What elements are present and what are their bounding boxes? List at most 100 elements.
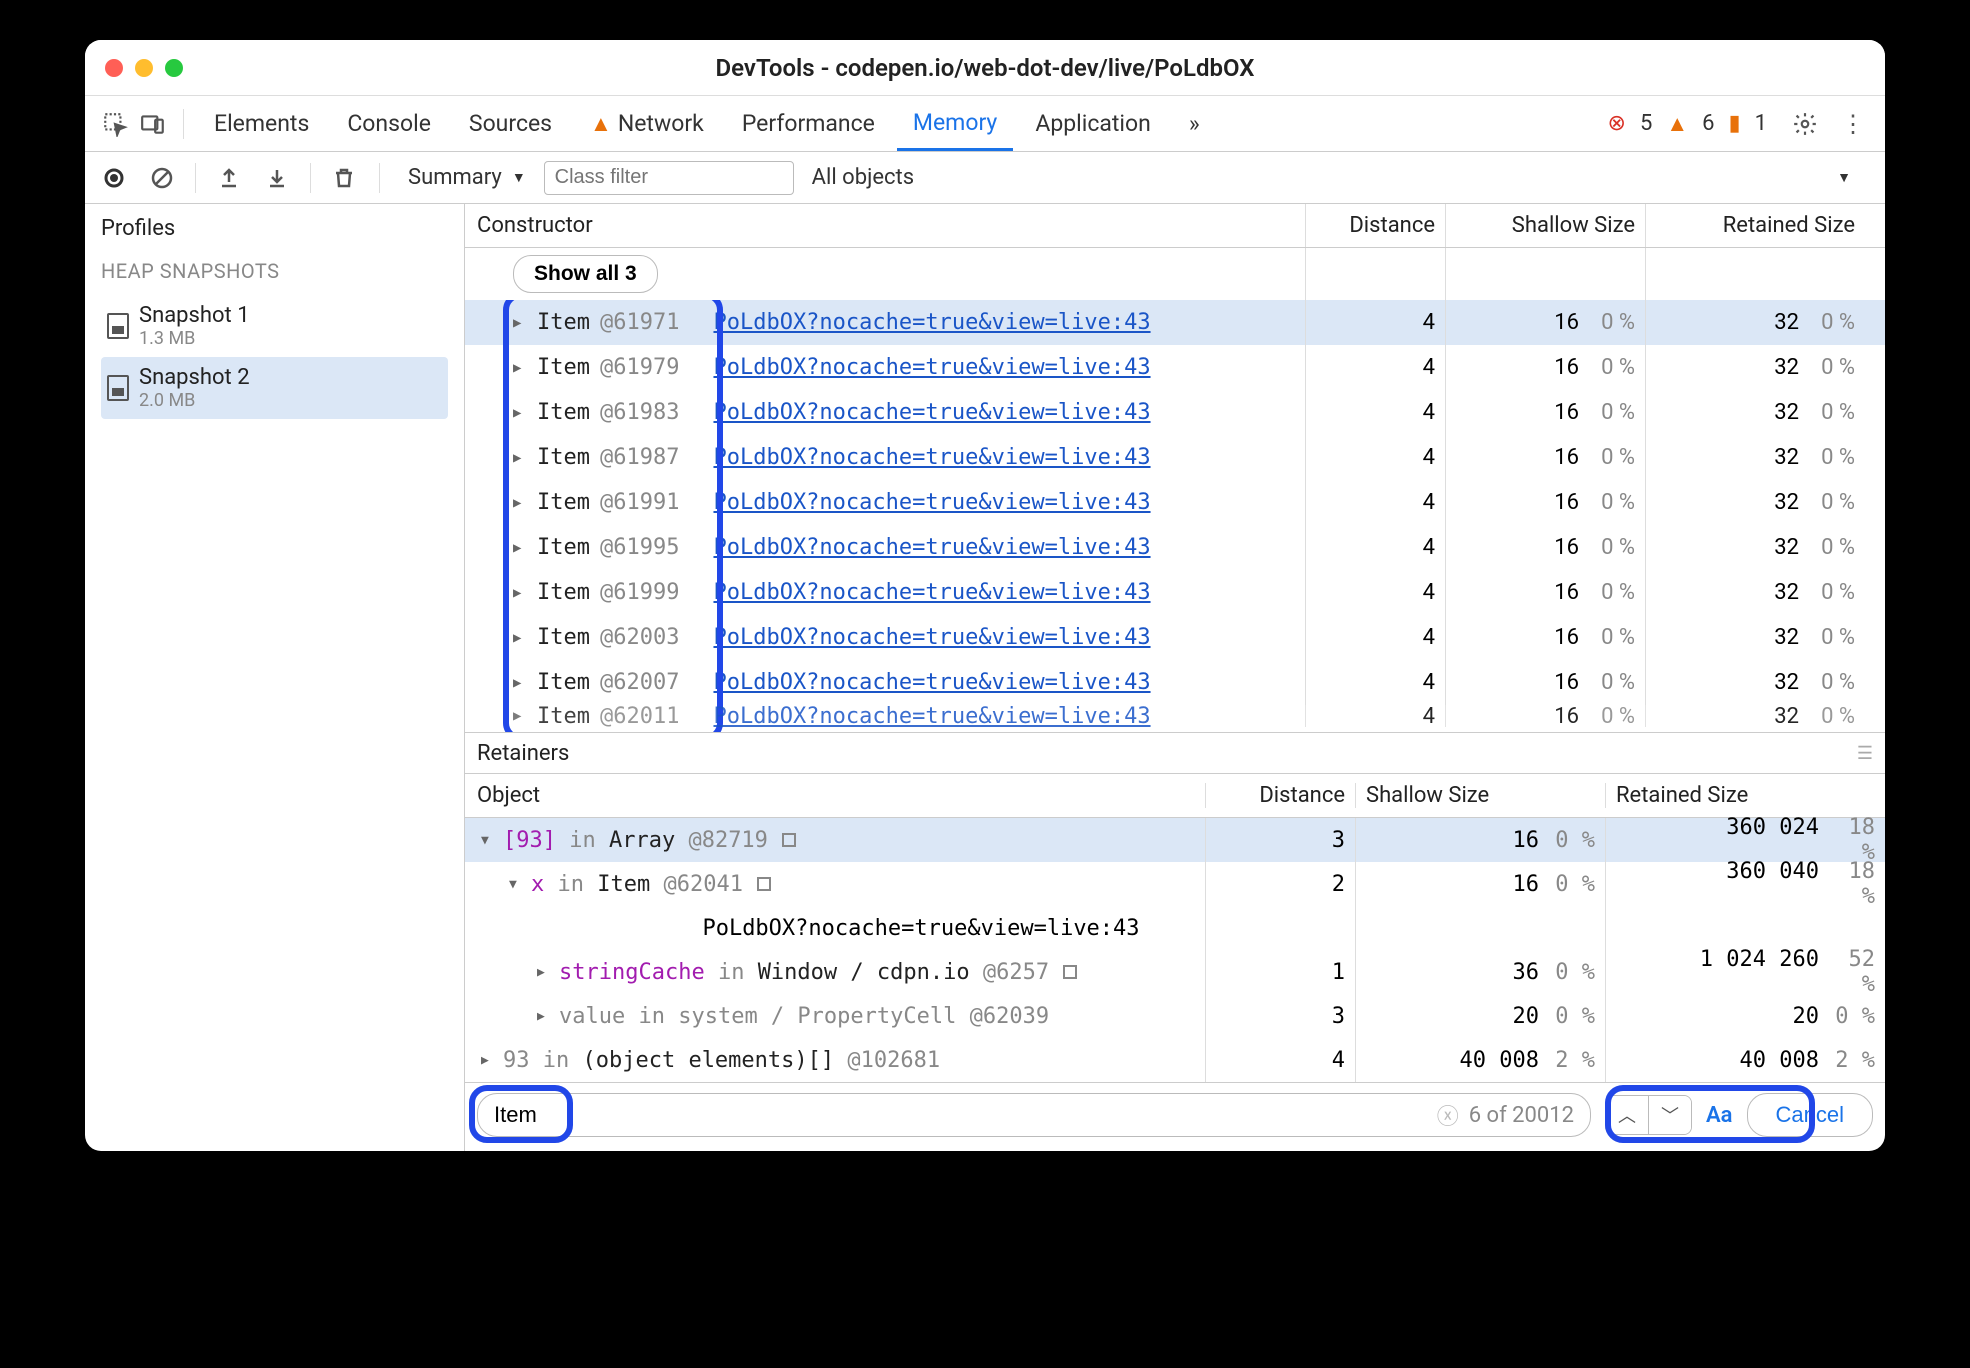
retainer-row[interactable]: PoLdbOX?nocache=true&view=live:43 bbox=[465, 906, 1885, 950]
shallow-pct: 0 % bbox=[1549, 828, 1595, 853]
source-link[interactable]: PoLdbOX?nocache=true&view=live:43 bbox=[713, 490, 1150, 515]
source-link[interactable]: PoLdbOX?nocache=true&view=live:43 bbox=[713, 400, 1150, 425]
all-objects-dropdown[interactable]: All objects bbox=[812, 165, 914, 190]
expand-arrow-icon[interactable]: ▶ bbox=[513, 708, 527, 724]
expand-arrow-icon[interactable]: ▶ bbox=[513, 495, 527, 511]
retainer-row[interactable]: ▶ 93 in (object elements)[] @102681 4 40… bbox=[465, 1038, 1885, 1082]
find-prev-button[interactable]: ︿ bbox=[1606, 1096, 1648, 1134]
maximize-window-button[interactable] bbox=[165, 59, 183, 77]
trash-icon[interactable] bbox=[329, 166, 359, 190]
header-distance[interactable]: Distance bbox=[1205, 783, 1355, 808]
retainer-row[interactable]: ▶ value in system / PropertyCell @62039 … bbox=[465, 994, 1885, 1038]
source-link[interactable]: PoLdbOX?nocache=true&view=live:43 bbox=[713, 445, 1150, 470]
tab-console[interactable]: Console bbox=[331, 96, 447, 151]
clear-icon[interactable] bbox=[147, 166, 177, 190]
constructor-row[interactable]: ▶ Item @62003 PoLdbOX?nocache=true&view=… bbox=[465, 615, 1885, 660]
tab-elements[interactable]: Elements bbox=[198, 96, 325, 151]
constructor-row[interactable]: ▶ Item @61983 PoLdbOX?nocache=true&view=… bbox=[465, 390, 1885, 435]
expand-arrow-icon[interactable]: ▶ bbox=[513, 540, 527, 556]
find-input[interactable] bbox=[494, 1102, 1437, 1128]
tab-application[interactable]: Application bbox=[1019, 96, 1167, 151]
shallow-value: 16 bbox=[1554, 705, 1579, 727]
expand-arrow-icon[interactable]: ▶ bbox=[513, 405, 527, 421]
chevron-down-icon[interactable]: ▼ bbox=[1837, 169, 1851, 186]
header-shallow[interactable]: Shallow Size bbox=[1355, 783, 1605, 808]
device-toggle-icon[interactable] bbox=[137, 111, 169, 137]
constructor-row[interactable]: ▶ Item @61995 PoLdbOX?nocache=true&view=… bbox=[465, 525, 1885, 570]
tab-memory[interactable]: Memory bbox=[897, 96, 1013, 151]
gear-icon[interactable] bbox=[1789, 111, 1821, 137]
view-dropdown[interactable]: Summary ▼ bbox=[408, 165, 526, 190]
source-link[interactable]: PoLdbOX?nocache=true&view=live:43 bbox=[713, 580, 1150, 605]
show-all-button[interactable]: Show all 3 bbox=[513, 255, 658, 293]
constructor-row[interactable]: ▶ Item @61999 PoLdbOX?nocache=true&view=… bbox=[465, 570, 1885, 615]
kebab-menu-icon[interactable]: ⋮ bbox=[1841, 110, 1865, 138]
snapshot-item[interactable]: Snapshot 2 2.0 MB bbox=[101, 357, 448, 419]
expand-arrow-icon[interactable]: ▶ bbox=[481, 1053, 495, 1068]
expand-arrow-icon[interactable]: ▶ bbox=[513, 360, 527, 376]
constructor-row[interactable]: ▶ Item @61979 PoLdbOX?nocache=true&view=… bbox=[465, 345, 1885, 390]
constructor-row[interactable]: ▶ Item @61987 PoLdbOX?nocache=true&view=… bbox=[465, 435, 1885, 480]
header-distance[interactable]: Distance bbox=[1305, 204, 1445, 247]
inspect-icon[interactable] bbox=[99, 111, 131, 137]
upload-icon[interactable] bbox=[214, 166, 244, 190]
object-link-icon[interactable] bbox=[1063, 965, 1077, 979]
source-link[interactable]: PoLdbOX?nocache=true&view=live:43 bbox=[713, 670, 1150, 695]
header-shallow[interactable]: Shallow Size bbox=[1445, 204, 1645, 247]
expand-arrow-icon[interactable]: ▶ bbox=[537, 1009, 551, 1024]
constructor-row[interactable]: ▶ Item @62011 PoLdbOX?nocache=true&view=… bbox=[465, 705, 1885, 727]
snapshot-item[interactable]: Snapshot 1 1.3 MB bbox=[101, 295, 448, 357]
shallow-pct: 2 % bbox=[1549, 1048, 1595, 1073]
header-object[interactable]: Object bbox=[465, 783, 1205, 808]
shallow-value: 16 bbox=[1554, 355, 1579, 380]
constructor-row[interactable]: ▶ Item @61971 PoLdbOX?nocache=true&view=… bbox=[465, 300, 1885, 345]
expand-arrow-icon[interactable]: ▶ bbox=[513, 630, 527, 646]
record-icon[interactable] bbox=[99, 166, 129, 190]
retainer-row[interactable]: ▶ stringCache in Window / cdpn.io @6257 … bbox=[465, 950, 1885, 994]
cancel-button[interactable]: Cancel bbox=[1747, 1093, 1873, 1137]
minimize-window-button[interactable] bbox=[135, 59, 153, 77]
hamburger-icon[interactable]: ☰ bbox=[1857, 743, 1873, 764]
source-link[interactable]: PoLdbOX?nocache=true&view=live:43 bbox=[713, 535, 1150, 560]
constructor-row[interactable]: ▶ Item @62007 PoLdbOX?nocache=true&view=… bbox=[465, 660, 1885, 705]
retainer-row[interactable]: ▼ [93] in Array @82719 3 160 % 360 02418… bbox=[465, 818, 1885, 862]
close-window-button[interactable] bbox=[105, 59, 123, 77]
header-retained[interactable]: Retained Size bbox=[1605, 783, 1885, 808]
clear-search-icon[interactable]: ⓧ bbox=[1437, 1099, 1459, 1131]
show-all-row: Show all 3 bbox=[465, 248, 1885, 300]
retainer-row[interactable]: ▼ x in Item @62041 2 160 % 360 04018 % bbox=[465, 862, 1885, 906]
object-link-icon[interactable] bbox=[757, 877, 771, 891]
class-filter-input[interactable] bbox=[544, 161, 794, 195]
shallow-pct: 0 % bbox=[1589, 400, 1635, 425]
tab-network[interactable]: ▲ Network bbox=[574, 96, 720, 151]
header-retained[interactable]: Retained Size bbox=[1645, 204, 1865, 247]
expand-arrow-icon[interactable]: ▶ bbox=[513, 585, 527, 601]
expand-arrow-icon[interactable]: ▼ bbox=[481, 833, 495, 848]
chevron-down-icon: ▼ bbox=[512, 169, 526, 186]
expand-arrow-icon[interactable]: ▼ bbox=[509, 877, 523, 892]
tab-performance[interactable]: Performance bbox=[726, 96, 891, 151]
source-link[interactable]: PoLdbOX?nocache=true&view=live:43 bbox=[713, 705, 1150, 727]
find-next-button[interactable]: ﹀ bbox=[1649, 1096, 1691, 1134]
tab-more[interactable]: » bbox=[1173, 96, 1216, 151]
tab-sources[interactable]: Sources bbox=[453, 96, 568, 151]
snapshot-title: Snapshot 1 bbox=[139, 303, 250, 328]
retained-pct: 0 % bbox=[1809, 670, 1855, 695]
source-link[interactable]: PoLdbOX?nocache=true&view=live:43 bbox=[713, 355, 1150, 380]
header-constructor[interactable]: Constructor bbox=[465, 213, 1305, 238]
distance-value: 4 bbox=[1316, 400, 1435, 425]
retained-pct: 0 % bbox=[1809, 625, 1855, 650]
source-link[interactable]: PoLdbOX?nocache=true&view=live:43 bbox=[713, 625, 1150, 650]
object-link-icon[interactable] bbox=[782, 833, 796, 847]
expand-arrow-icon[interactable]: ▶ bbox=[513, 450, 527, 466]
expand-arrow-icon[interactable]: ▶ bbox=[513, 315, 527, 331]
match-case-toggle[interactable]: Aa bbox=[1706, 1103, 1733, 1128]
shallow-value: 40 008 bbox=[1460, 1048, 1539, 1073]
source-link[interactable]: PoLdbOX?nocache=true&view=live:43 bbox=[713, 310, 1150, 335]
expand-arrow-icon[interactable]: ▶ bbox=[513, 675, 527, 691]
issue-badges[interactable]: ⊗5 ▲6 ▮1 bbox=[1608, 111, 1767, 137]
source-link[interactable]: PoLdbOX?nocache=true&view=live:43 bbox=[702, 916, 1139, 941]
constructor-row[interactable]: ▶ Item @61991 PoLdbOX?nocache=true&view=… bbox=[465, 480, 1885, 525]
download-icon[interactable] bbox=[262, 166, 292, 190]
expand-arrow-icon[interactable]: ▶ bbox=[537, 965, 551, 980]
